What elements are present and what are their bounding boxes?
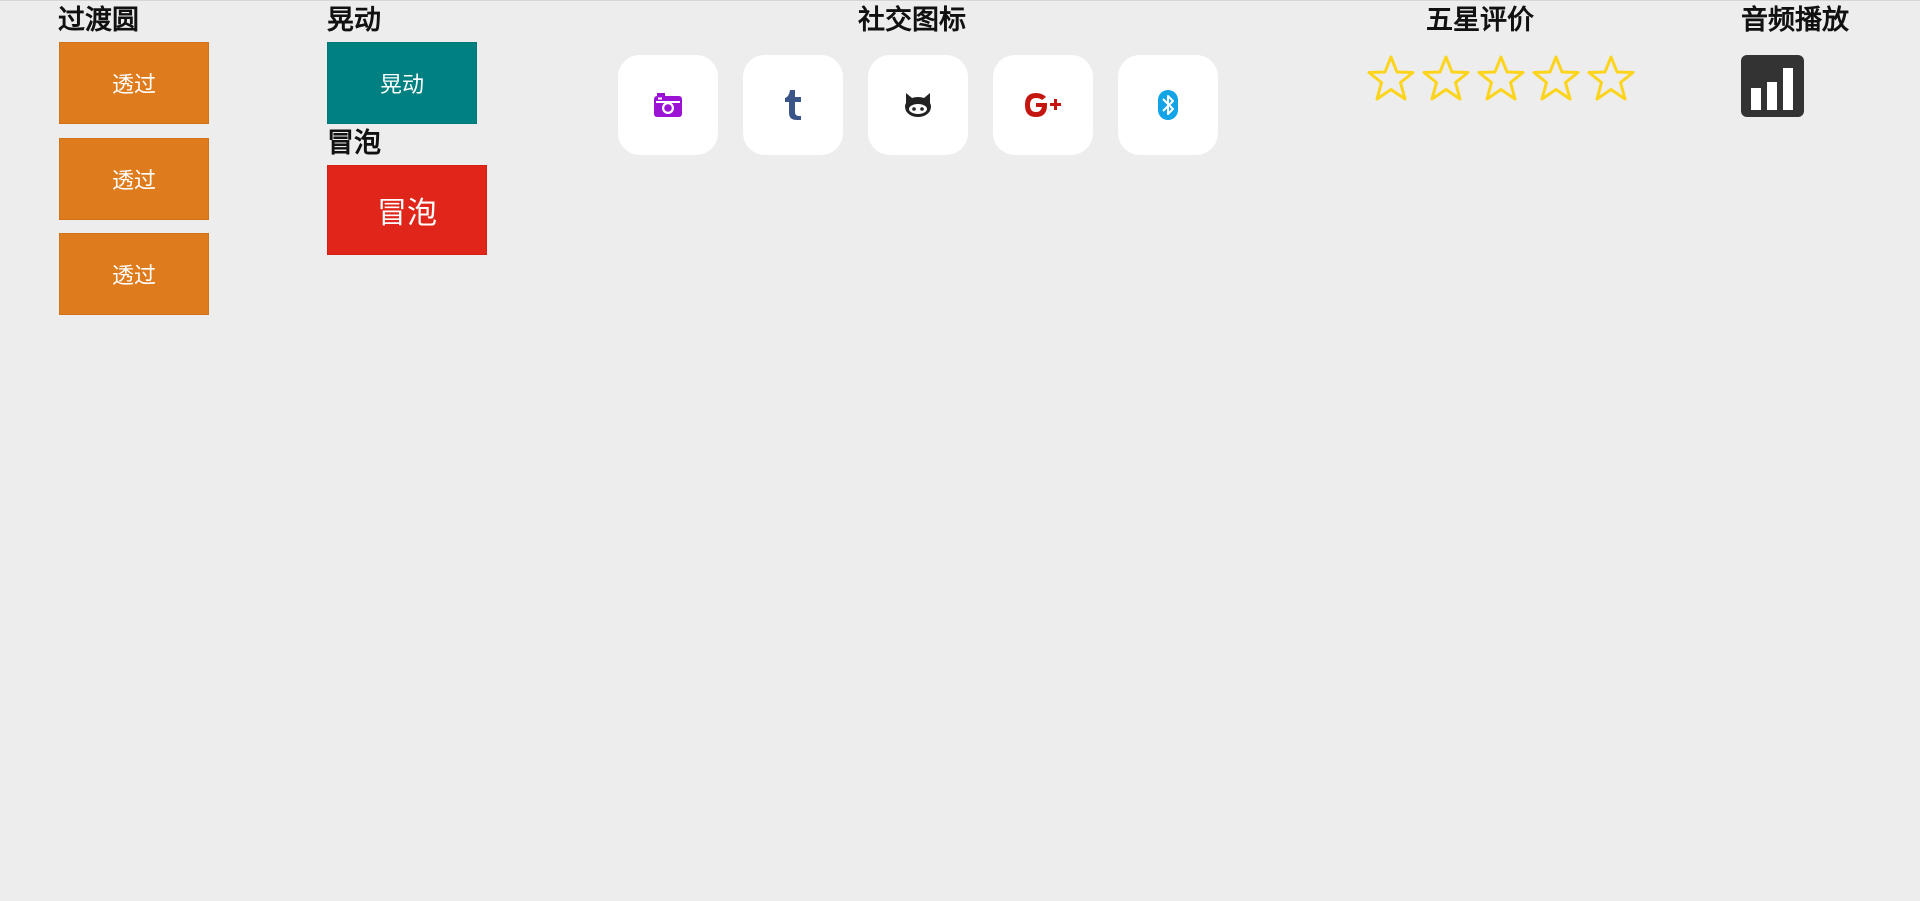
star-icon[interactable] <box>1421 54 1471 104</box>
social-tumblr-button[interactable] <box>743 55 843 155</box>
audio-bar <box>1751 88 1761 110</box>
audio-play-button[interactable] <box>1741 55 1804 117</box>
transition-button-3[interactable]: 透过 <box>59 233 209 315</box>
social-google-plus-button[interactable] <box>993 55 1093 155</box>
transition-circle-title: 过渡圆 <box>58 5 139 36</box>
transition-button-1[interactable]: 透过 <box>59 42 209 124</box>
instagram-icon <box>654 93 682 117</box>
bubble-button[interactable]: 冒泡 <box>327 165 487 255</box>
star-icon[interactable] <box>1586 54 1636 104</box>
github-icon <box>905 93 931 117</box>
google-plus-icon <box>1025 93 1061 117</box>
transition-button-2[interactable]: 透过 <box>59 138 209 220</box>
shake-button[interactable]: 晃动 <box>327 42 477 124</box>
star-icon[interactable] <box>1476 54 1526 104</box>
tumblr-icon <box>785 90 801 120</box>
social-github-button[interactable] <box>868 55 968 155</box>
audio-bar <box>1783 68 1793 110</box>
star-icon[interactable] <box>1366 54 1416 104</box>
audio-title: 音频播放 <box>1741 5 1849 36</box>
social-bluetooth-button[interactable] <box>1118 55 1218 155</box>
social-icons-title: 社交图标 <box>858 5 966 36</box>
audio-bar <box>1767 82 1777 110</box>
shake-title: 晃动 <box>327 5 381 36</box>
rating-title: 五星评价 <box>1426 5 1534 36</box>
star-icon[interactable] <box>1531 54 1581 104</box>
social-instagram-button[interactable] <box>618 55 718 155</box>
bubble-title: 冒泡 <box>327 128 381 159</box>
bluetooth-icon <box>1158 90 1178 120</box>
